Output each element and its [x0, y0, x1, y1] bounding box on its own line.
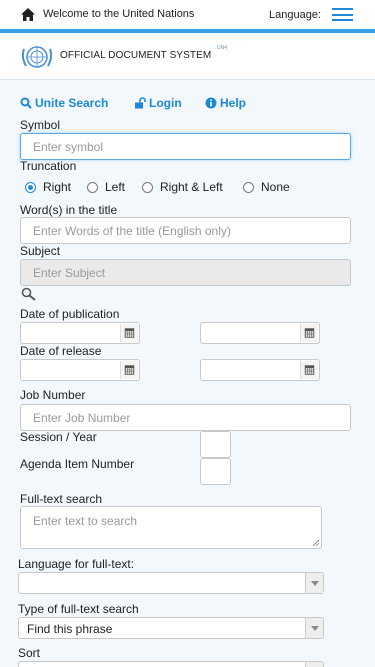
resize-grip-icon[interactable] — [313, 540, 319, 546]
site-title: OFFICIAL DOCUMENT SYSTEM — [60, 50, 212, 61]
home-icon[interactable] — [21, 8, 35, 21]
chevron-down-icon — [305, 573, 323, 593]
radio-label: None — [261, 180, 290, 194]
sort-label: Sort — [18, 646, 41, 660]
truncation-radio-right[interactable]: Right — [25, 180, 71, 194]
agenda-item-label: Agenda Item Number — [20, 457, 135, 471]
fulltext-type-label: Type of full-text search — [18, 602, 139, 616]
agenda-item-input[interactable] — [200, 458, 231, 485]
beta-badge: UN4 — [217, 45, 228, 51]
radio-checked-icon — [25, 181, 36, 193]
chevron-down-icon — [305, 618, 323, 638]
title-words-label: Word(s) in the title — [20, 203, 118, 217]
session-year-label: Session / Year — [20, 430, 97, 444]
brand-header: OFFICIAL DOCUMENT SYSTEM UN4 — [0, 33, 375, 80]
unlock-icon — [135, 97, 146, 109]
login-link[interactable]: Login — [134, 96, 182, 110]
calendar-icon[interactable] — [120, 324, 138, 342]
date-publication-label: Date of publication — [20, 307, 120, 321]
unite-search-label: Unite Search — [35, 96, 109, 110]
job-number-label: Job Number — [20, 388, 86, 402]
session-year-input[interactable] — [200, 431, 231, 458]
top-bar: Welcome to the United Nations Language: — [0, 0, 375, 29]
unite-search-link[interactable]: Unite Search — [20, 96, 108, 110]
radio-unchecked-icon — [243, 181, 254, 193]
title-words-input[interactable]: Enter Words of the title (English only) — [20, 217, 351, 244]
fulltext-language-label: Language for full-text: — [18, 557, 135, 571]
search-icon — [20, 97, 32, 109]
select-value: Find this phrase — [27, 622, 113, 636]
date-release-label: Date of release — [20, 344, 102, 358]
date-release-to[interactable] — [200, 359, 320, 381]
fulltext-language-select[interactable] — [18, 572, 324, 594]
calendar-icon[interactable] — [300, 361, 318, 379]
radio-label: Right — [43, 180, 72, 194]
job-number-input[interactable]: Enter Job Number — [20, 404, 351, 431]
chevron-down-icon — [305, 662, 323, 667]
radio-unchecked-icon — [87, 181, 98, 193]
language-label: Language: — [269, 9, 321, 21]
hamburger-menu-icon[interactable] — [332, 8, 353, 21]
info-icon — [205, 97, 217, 109]
calendar-icon[interactable] — [120, 361, 138, 379]
date-release-from[interactable] — [20, 359, 140, 381]
truncation-radio-none[interactable]: None — [243, 180, 290, 194]
un-emblem-icon[interactable] — [20, 43, 54, 71]
fulltext-placeholder: Enter text to search — [33, 514, 138, 528]
truncation-label: Truncation — [20, 159, 77, 173]
subject-label: Subject — [20, 244, 61, 258]
fulltext-type-select[interactable]: Find this phrase — [18, 617, 324, 639]
fulltext-textarea[interactable]: Enter text to search — [20, 506, 322, 549]
radio-label: Left — [105, 180, 126, 194]
welcome-link[interactable]: Welcome to the United Nations — [43, 8, 194, 20]
help-link[interactable]: Help — [205, 96, 246, 110]
symbol-input[interactable]: Enter symbol — [20, 133, 351, 160]
symbol-label: Symbol — [20, 118, 61, 132]
sort-select[interactable] — [18, 661, 324, 667]
subject-search-icon[interactable] — [21, 287, 37, 301]
date-publication-from[interactable] — [20, 322, 140, 344]
radio-label: Right & Left — [160, 180, 223, 194]
radio-unchecked-icon — [142, 181, 153, 193]
help-label: Help — [220, 96, 247, 110]
truncation-radio-right-left[interactable]: Right & Left — [142, 180, 223, 194]
login-label: Login — [149, 96, 182, 110]
calendar-icon[interactable] — [300, 324, 318, 342]
date-publication-to[interactable] — [200, 322, 320, 344]
subject-input[interactable]: Enter Subject — [20, 259, 351, 286]
fulltext-label: Full-text search — [20, 492, 103, 506]
truncation-radio-left[interactable]: Left — [87, 180, 125, 194]
